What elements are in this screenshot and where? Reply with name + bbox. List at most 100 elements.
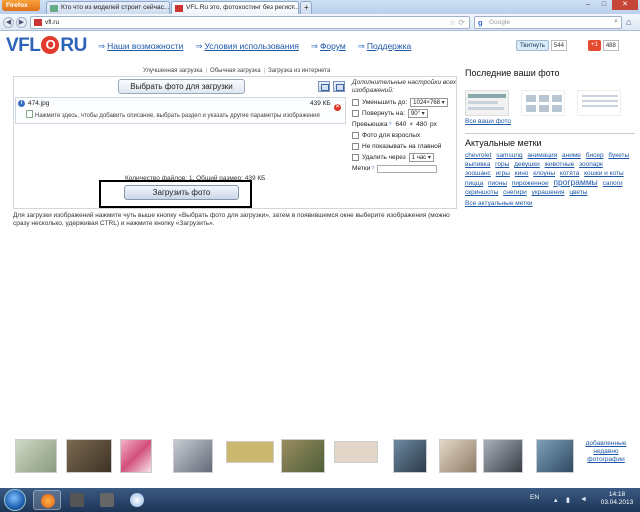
rotate-checkbox[interactable] bbox=[352, 110, 359, 117]
game-taskbar-icon[interactable] bbox=[93, 490, 121, 510]
network-icon[interactable]: ▮ bbox=[566, 496, 570, 504]
resize-select[interactable]: 1024×768 bbox=[410, 98, 448, 107]
bookmark-star-icon[interactable]: ☆ ⟳ bbox=[449, 18, 465, 27]
tags-input[interactable] bbox=[377, 164, 438, 173]
show-hidden-icons-icon[interactable]: ▴ bbox=[554, 496, 558, 504]
tag-link[interactable]: кино bbox=[515, 170, 529, 177]
tag-link[interactable]: цветы bbox=[569, 189, 587, 196]
tag-link[interactable]: сапоги bbox=[603, 180, 623, 187]
choose-files-button[interactable]: Выбрать фото для загрузки bbox=[118, 79, 245, 94]
navigation-bar: ◀ ▶ vfl.ru ☆ ⟳ g Google ⌕ ⌂ bbox=[0, 14, 640, 31]
resize-checkbox[interactable] bbox=[352, 99, 359, 106]
tag-link[interactable]: аниме bbox=[562, 152, 581, 159]
tab-vfl[interactable]: VFL.Ru это, фотохостинг без регист... × bbox=[171, 1, 299, 14]
tag-link[interactable]: бисер bbox=[586, 152, 604, 159]
list-view-icon[interactable] bbox=[318, 81, 330, 92]
tag-link[interactable]: пироженное bbox=[512, 180, 549, 187]
menu-features[interactable]: Наши возможности bbox=[98, 41, 183, 52]
tag-link[interactable]: клоуны bbox=[533, 170, 555, 177]
tag-link[interactable]: зоошанс bbox=[465, 170, 491, 177]
tag-link[interactable]: кошки и коты bbox=[584, 170, 624, 177]
file-description-hint[interactable]: Нажмите здесь, чтобы добавить описание, … bbox=[26, 110, 320, 119]
photo-thumb[interactable] bbox=[120, 439, 152, 473]
clock[interactable]: 14:18 03.04.2013 bbox=[599, 491, 635, 507]
recent-photos-link[interactable]: добавленные недавно фотографии bbox=[580, 440, 632, 464]
tag-link[interactable]: украшения bbox=[532, 189, 565, 196]
volume-icon[interactable]: ◄ bbox=[580, 496, 587, 503]
url-text: vfl.ru bbox=[45, 19, 60, 26]
start-button-icon[interactable] bbox=[4, 489, 26, 511]
search-icon[interactable]: ⌕ bbox=[614, 18, 618, 26]
tag-link[interactable]: горы bbox=[495, 161, 509, 168]
help-icon[interactable]: ? bbox=[371, 166, 374, 172]
tag-link[interactable]: девушки bbox=[514, 161, 540, 168]
paint-taskbar-icon[interactable] bbox=[123, 490, 151, 510]
upload-button[interactable]: Загрузить фото bbox=[124, 185, 239, 200]
site-logo[interactable]: VFL O RU bbox=[6, 35, 87, 57]
tag-link[interactable]: анимация bbox=[527, 152, 557, 159]
tag-link[interactable]: снегири bbox=[503, 189, 527, 196]
tag-link[interactable]: букеты bbox=[608, 152, 629, 159]
forward-arrow-icon[interactable]: ▶ bbox=[16, 17, 27, 28]
tab-forum[interactable]: Кто что из моделей строит сейчас... bbox=[46, 1, 170, 14]
close-window-icon[interactable]: ✕ bbox=[612, 0, 638, 10]
new-tab-button[interactable]: + bbox=[300, 1, 312, 14]
preview-height[interactable]: 480 bbox=[416, 121, 427, 128]
photo-thumb[interactable] bbox=[334, 441, 378, 463]
tag-link[interactable]: samsung bbox=[496, 152, 522, 159]
gplus-button[interactable]: +1 bbox=[588, 40, 601, 51]
delete-checkbox[interactable] bbox=[352, 154, 359, 161]
delete-select[interactable]: 1 час bbox=[408, 153, 434, 162]
tag-link[interactable]: chevrolet bbox=[465, 152, 491, 159]
menu-terms[interactable]: Условия использования bbox=[195, 41, 298, 52]
photo-thumb[interactable] bbox=[15, 439, 57, 473]
firefox-menu-button[interactable]: Firefox bbox=[2, 0, 40, 11]
recent-photo-thumb[interactable] bbox=[577, 90, 621, 116]
photo-thumb[interactable] bbox=[281, 439, 325, 473]
photo-thumb[interactable] bbox=[393, 439, 427, 473]
home-icon[interactable]: ⌂ bbox=[626, 17, 631, 27]
all-tags-link[interactable]: Все актуальные метки bbox=[465, 200, 635, 207]
grid-view-icon[interactable] bbox=[333, 81, 345, 92]
rotate-select[interactable]: 90° bbox=[407, 109, 428, 118]
tag-link[interactable]: зоопарк bbox=[579, 161, 603, 168]
game-taskbar-icon[interactable] bbox=[63, 490, 91, 510]
tag-link[interactable]: животные bbox=[545, 161, 575, 168]
url-bar[interactable]: vfl.ru ☆ ⟳ bbox=[30, 16, 470, 29]
mode-simple[interactable]: Обычная загрузка bbox=[210, 68, 261, 74]
adult-checkbox[interactable] bbox=[352, 132, 359, 139]
minimize-icon[interactable]: – bbox=[580, 0, 596, 10]
recent-photo-thumb[interactable] bbox=[465, 90, 509, 116]
tag-link[interactable]: котята bbox=[560, 170, 579, 177]
photo-thumb[interactable] bbox=[226, 441, 274, 463]
firefox-taskbar-icon[interactable] bbox=[33, 490, 61, 510]
close-tab-icon[interactable]: × bbox=[291, 4, 295, 11]
hide-checkbox[interactable] bbox=[352, 143, 359, 150]
tab-label: VFL.Ru это, фотохостинг без регист... bbox=[186, 4, 299, 11]
maximize-icon[interactable]: □ bbox=[596, 0, 612, 10]
photo-thumb[interactable] bbox=[66, 439, 112, 473]
tag-link[interactable]: выпивка bbox=[465, 161, 490, 168]
menu-forum[interactable]: Форум bbox=[311, 41, 346, 52]
all-photos-link[interactable]: Все ваши фото bbox=[465, 118, 635, 125]
tag-link[interactable]: программы bbox=[553, 177, 597, 187]
tweet-button[interactable]: Твитнуть bbox=[516, 40, 549, 51]
search-box[interactable]: g Google ⌕ bbox=[474, 16, 622, 29]
tag-link[interactable]: игры bbox=[496, 170, 510, 177]
back-arrow-icon[interactable]: ◀ bbox=[3, 17, 14, 28]
help-icon[interactable]: ? bbox=[388, 122, 391, 128]
photo-thumb[interactable] bbox=[439, 439, 477, 473]
photo-thumb[interactable] bbox=[536, 439, 574, 473]
recent-photo-thumb[interactable] bbox=[521, 90, 565, 116]
menu-support[interactable]: Поддержка bbox=[358, 41, 411, 52]
photo-thumb[interactable] bbox=[483, 439, 523, 473]
remove-file-icon[interactable]: ✕ bbox=[334, 104, 341, 111]
preview-width[interactable]: 640 bbox=[396, 121, 407, 128]
tag-link[interactable]: пицца bbox=[465, 180, 483, 187]
mode-internet[interactable]: Загрузка из интернета bbox=[268, 68, 330, 74]
tag-link[interactable]: скриншоты bbox=[465, 189, 498, 196]
photo-thumb[interactable] bbox=[173, 439, 213, 473]
tag-link[interactable]: пионы bbox=[488, 180, 507, 187]
language-indicator[interactable]: EN bbox=[530, 494, 539, 501]
option-adult: Фото для взрослых bbox=[352, 130, 456, 141]
